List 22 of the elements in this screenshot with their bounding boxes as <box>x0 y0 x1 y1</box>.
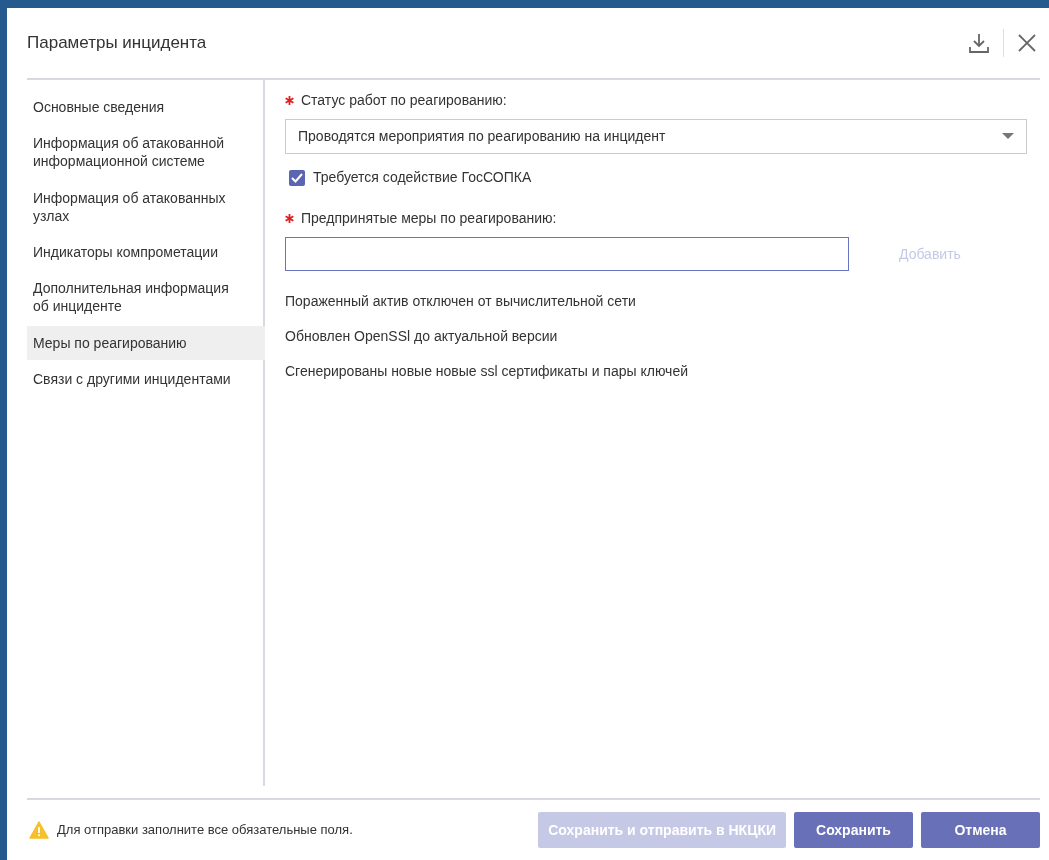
sidebar-item[interactable]: Индикаторы компрометации <box>27 234 265 270</box>
measure-item: Пораженный актив отключен от вычислительной сети <box>285 292 637 311</box>
dialog-title: Параметры инцидента <box>27 32 208 55</box>
sidebar-item[interactable]: Основные сведения <box>27 90 265 125</box>
input-field[interactable] <box>285 237 849 271</box>
warning-icon <box>29 821 49 839</box>
sidebar-item[interactable]: Связи с другими инцидентами <box>27 361 265 396</box>
measure-item: Сгенерированы новые новые ssl сертификаты и пары ключей <box>285 362 689 381</box>
status-dropdown[interactable]: Проводятся мероприятия по реагированию на инцидент <box>285 119 1027 154</box>
sidebar-item[interactable]: Информация об атакованных узлах <box>27 180 265 233</box>
checkbox-label: Требуется содействие ГосСОПКА <box>313 168 532 187</box>
measure-item: Обновлен OpenSSl до актуальной версии <box>285 327 559 346</box>
sidebar-item[interactable]: Дополнительная информация об инциденте <box>27 271 265 324</box>
sidebar-item[interactable]: Информация об атакованной информационной системе <box>27 126 265 179</box>
footer-button[interactable]: Сохранить <box>794 812 913 848</box>
checkbox[interactable] <box>289 169 305 186</box>
dropdown-caret-icon <box>1002 133 1014 140</box>
field-label: Предпринятые меры по реагированию: <box>301 209 557 228</box>
footer-button[interactable]: Отмена <box>921 812 1040 848</box>
field-label: Статус работ по реагированию: <box>301 91 507 110</box>
warning-text: Для отправки заполните все обязательные поля. <box>57 821 354 840</box>
sidebar-item[interactable]: Меры по реагированию <box>27 325 265 360</box>
